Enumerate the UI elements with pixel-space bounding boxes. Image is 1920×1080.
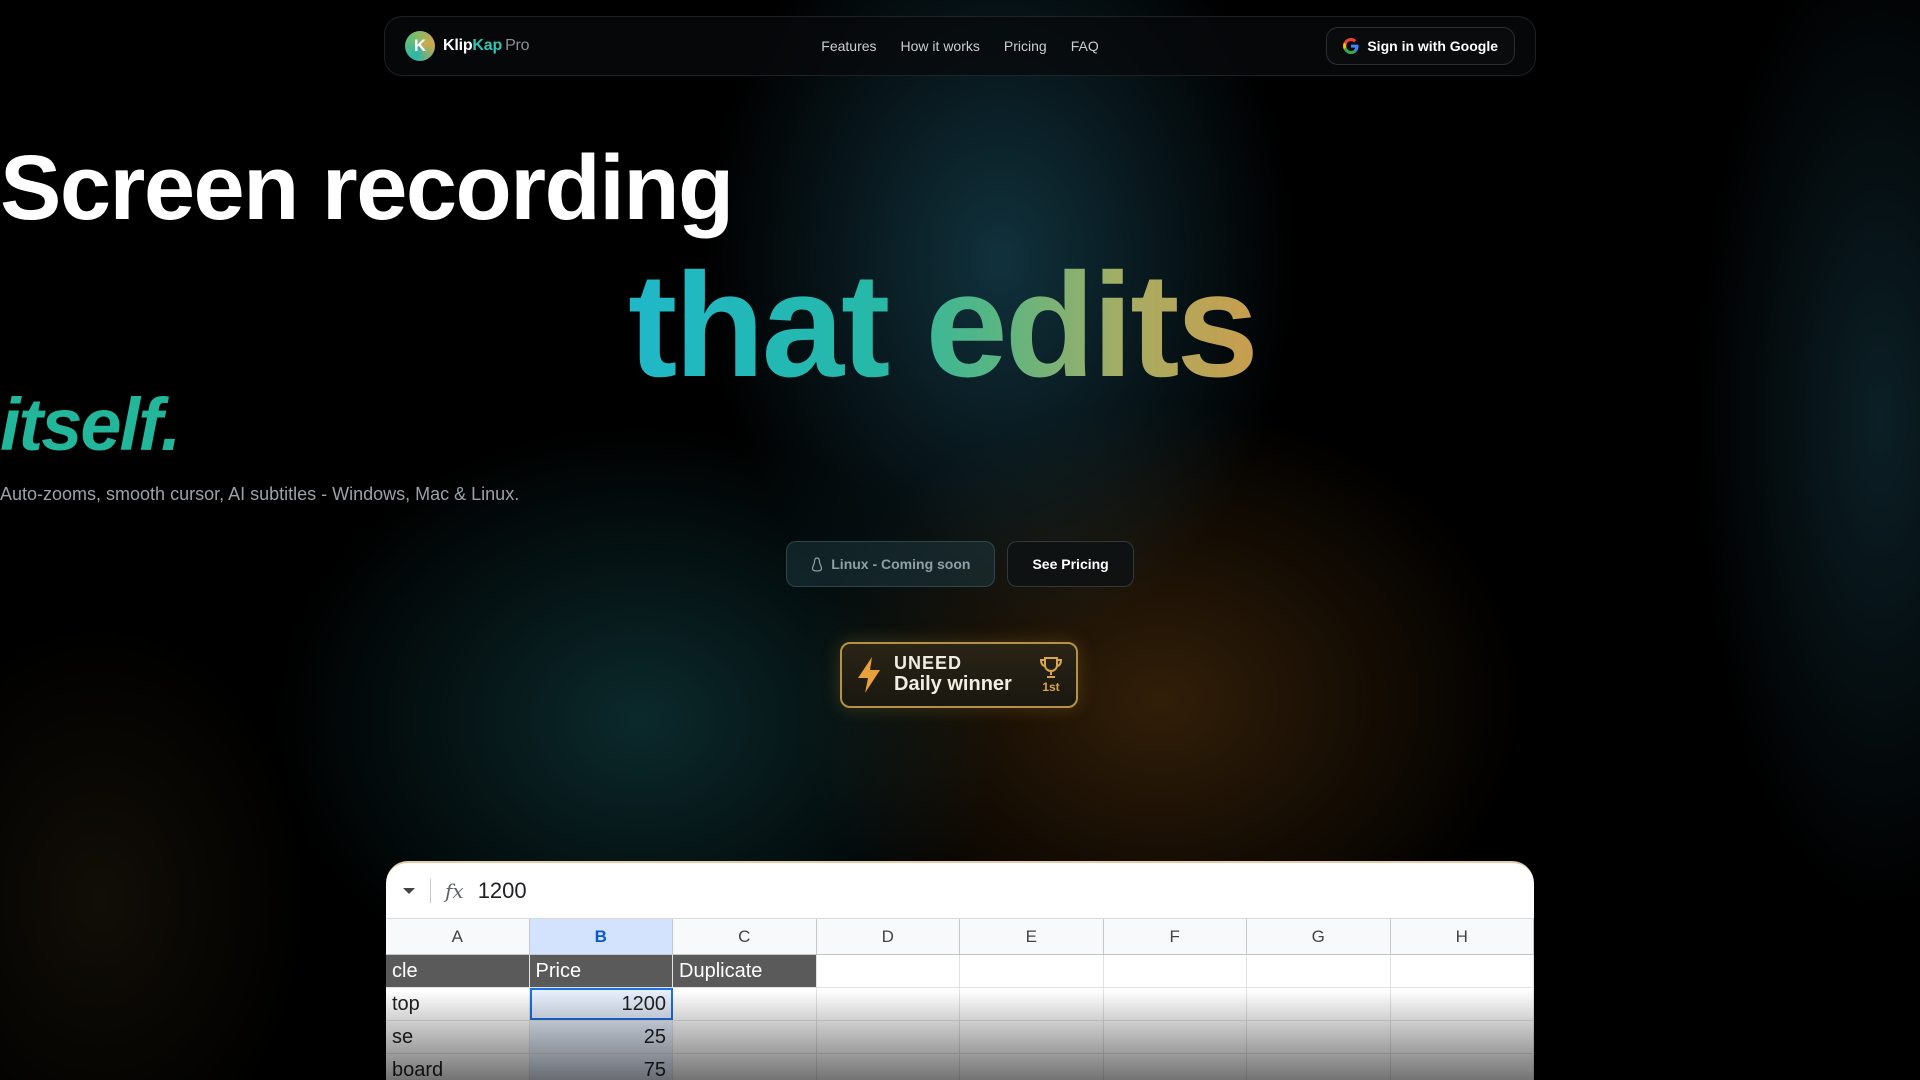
cell[interactable]: [673, 1054, 817, 1080]
cell[interactable]: [960, 955, 1104, 987]
formula-value[interactable]: 1200: [478, 878, 527, 904]
cell[interactable]: [817, 1021, 960, 1053]
cell[interactable]: 25: [529, 1021, 673, 1053]
cell[interactable]: cle: [386, 955, 530, 987]
badge-title: Daily winner: [894, 673, 1012, 695]
top-navbar: K KlipKap Pro Features How it works Prici…: [384, 16, 1536, 76]
cell[interactable]: [1247, 955, 1391, 987]
cell[interactable]: [960, 988, 1104, 1020]
cell[interactable]: [1247, 1021, 1391, 1053]
badge-text: UNEED Daily winner: [894, 654, 1028, 696]
google-icon: [1343, 38, 1359, 54]
hero-subtitle: Auto-zooms, smooth cursor, AI subtitles …: [0, 484, 520, 504]
cell[interactable]: [960, 1021, 1104, 1053]
brand-klip: Klip: [443, 37, 473, 54]
cell[interactable]: [817, 988, 960, 1020]
cell[interactable]: [1247, 1054, 1391, 1080]
dropdown-arrow-icon[interactable]: [402, 886, 416, 896]
cell[interactable]: Duplicate: [673, 955, 817, 987]
hero-title-line1: Screen recording: [0, 137, 734, 239]
brand-pro: Pro: [505, 37, 530, 54]
cell[interactable]: [1391, 955, 1534, 987]
table-row: cle Price Duplicate: [386, 955, 1534, 988]
column-header-g[interactable]: G: [1247, 919, 1391, 954]
cell[interactable]: [817, 1054, 960, 1080]
hero-title-line2: that edits: [628, 252, 1288, 400]
column-headers: A B C D E F G H: [386, 919, 1534, 955]
cell[interactable]: top: [386, 988, 530, 1020]
table-row: se 25: [386, 1021, 1534, 1054]
cell[interactable]: [1247, 988, 1391, 1020]
linux-penguin-icon: [812, 556, 823, 572]
badge-rank: 1st: [1042, 680, 1060, 694]
lightning-bolt-icon: [858, 657, 880, 693]
cell[interactable]: [1391, 1021, 1534, 1053]
cell[interactable]: 75: [529, 1054, 673, 1080]
sign-in-google-button[interactable]: Sign in with Google: [1326, 27, 1515, 65]
cell[interactable]: [673, 988, 817, 1020]
uneed-daily-winner-badge[interactable]: UNEED Daily winner 1st: [840, 642, 1078, 708]
column-header-a[interactable]: A: [386, 919, 530, 954]
hero-buttons: Linux - Coming soon See Pricing: [0, 541, 1920, 587]
badge-brand: UNEED: [894, 653, 963, 673]
column-header-c[interactable]: C: [673, 919, 817, 954]
cell[interactable]: [960, 1054, 1104, 1080]
column-header-f[interactable]: F: [1104, 919, 1247, 954]
table-row: top 1200: [386, 988, 1534, 1021]
cell[interactable]: [673, 1021, 817, 1053]
formula-separator: [430, 878, 431, 903]
cell[interactable]: board: [386, 1054, 530, 1080]
table-row: board 75: [386, 1054, 1534, 1080]
see-pricing-button[interactable]: See Pricing: [1007, 541, 1134, 587]
linux-button-label: Linux - Coming soon: [831, 556, 971, 572]
nav-link-faq[interactable]: FAQ: [1071, 38, 1099, 54]
trophy-icon: [1039, 657, 1063, 678]
nav-link-features[interactable]: Features: [821, 38, 876, 54]
cell[interactable]: Price: [529, 955, 673, 987]
cell[interactable]: [1104, 955, 1247, 987]
nav-links: Features How it works Pricing FAQ: [821, 38, 1098, 54]
cell[interactable]: [1104, 1054, 1247, 1080]
active-cell[interactable]: 1200: [529, 988, 673, 1020]
nav-link-pricing[interactable]: Pricing: [1004, 38, 1047, 54]
cell[interactable]: se: [386, 1021, 530, 1053]
formula-bar: fx 1200: [386, 863, 1534, 919]
column-header-b[interactable]: B: [529, 919, 673, 954]
brand-name: KlipKap Pro: [443, 37, 530, 55]
hero-title-line3: itself.: [0, 383, 181, 466]
sheet-grid: A B C D E F G H cle Price Duplicate top …: [386, 919, 1534, 1080]
cell[interactable]: [1104, 1021, 1247, 1053]
fx-icon: fx: [445, 878, 464, 903]
cell[interactable]: [1391, 988, 1534, 1020]
brand[interactable]: K KlipKap Pro: [405, 31, 530, 61]
linux-coming-soon-button[interactable]: Linux - Coming soon: [786, 541, 996, 587]
column-header-e[interactable]: E: [960, 919, 1104, 954]
klipkap-logo-icon: K: [405, 31, 435, 61]
column-header-d[interactable]: D: [817, 919, 960, 954]
cell[interactable]: [1391, 1054, 1534, 1080]
nav-link-how-it-works[interactable]: How it works: [901, 38, 980, 54]
sign-in-label: Sign in with Google: [1367, 38, 1498, 54]
cell[interactable]: [817, 955, 960, 987]
trophy: 1st: [1038, 656, 1064, 694]
demo-spreadsheet: fx 1200 A B C D E F G H cle Price Duplic…: [386, 861, 1534, 1080]
cell[interactable]: [1104, 988, 1247, 1020]
column-header-h[interactable]: H: [1391, 919, 1534, 954]
brand-kap: Kap: [472, 37, 503, 54]
pricing-button-label: See Pricing: [1032, 556, 1109, 572]
